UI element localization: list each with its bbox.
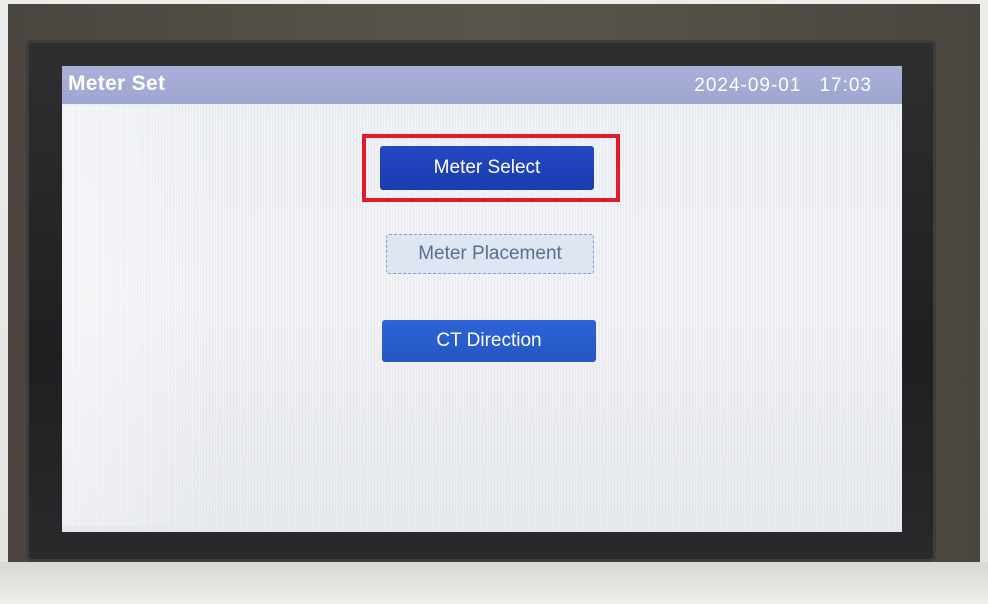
meter-placement-label: Meter Placement [418,243,562,264]
datetime-display: 2024-09-01 17:03 [694,75,872,97]
screen-glare [62,106,222,526]
meter-placement-button[interactable]: Meter Placement [386,234,594,274]
ct-direction-button[interactable]: CT Direction [382,320,596,362]
title-bar: Meter Set 2024-09-01 17:03 [62,66,902,104]
touch-screen: Meter Set 2024-09-01 17:03 Meter Select M… [62,66,902,532]
bottom-frame [0,562,988,604]
meter-select-label: Meter Select [433,157,541,178]
date-text: 2024-09-01 [694,75,802,96]
meter-select-button[interactable]: Meter Select [380,146,594,190]
ct-direction-label: CT Direction [436,330,542,351]
time-text: 17:03 [819,75,872,96]
page-title: Meter Set [68,72,166,95]
